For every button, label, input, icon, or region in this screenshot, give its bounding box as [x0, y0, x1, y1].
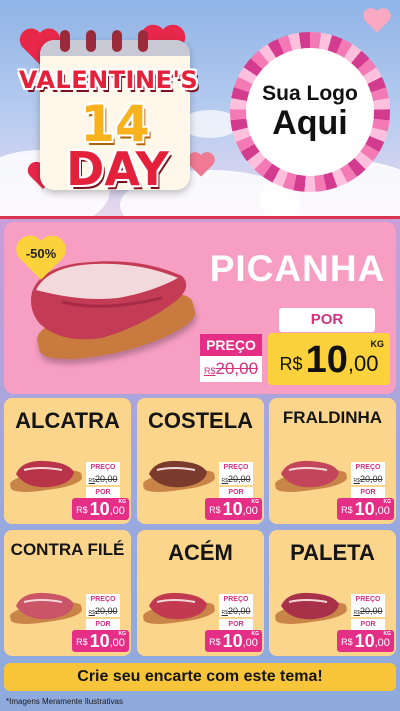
header-banner: VALENTINE'S 14 DAY Sua Logo Aqui	[0, 0, 400, 218]
meat-image	[16, 592, 74, 620]
featured-preco-label: PREÇO	[200, 334, 262, 356]
old-price-value: 20,00	[359, 474, 383, 484]
old-price: R$20,00	[219, 473, 253, 485]
new-price-decimal: ,00	[374, 637, 390, 649]
product-name: FRALDINHA	[282, 408, 383, 427]
new-price-integer: 10	[354, 631, 375, 651]
por-label: POR	[86, 487, 120, 498]
new-price-decimal: ,00	[109, 505, 125, 517]
new-price-decimal: ,00	[347, 351, 379, 376]
new-price-integer: 10	[222, 631, 243, 651]
valentines-title: VALENTINE'S	[18, 66, 199, 94]
new-price-currency: R$	[341, 505, 353, 515]
old-price-value: 20,00	[359, 606, 383, 616]
disclaimer-text: *Imagens Meramente Ilustrativas	[6, 697, 123, 706]
price-unit: KG	[251, 631, 260, 637]
old-price-value: 20,00	[227, 474, 251, 484]
new-price-currency: R$	[209, 505, 221, 515]
featured-por-label: POR	[279, 308, 375, 332]
calendar-ring	[86, 30, 96, 52]
new-price-currency: R$	[76, 637, 88, 647]
featured-new-price: R$ 10 ,00 KG	[268, 333, 390, 385]
new-price-currency: R$	[76, 505, 88, 515]
old-price: R$20,00	[86, 605, 120, 617]
preco-label: PREÇO	[86, 594, 120, 605]
new-price-decimal: ,00	[242, 505, 258, 517]
product-card[interactable]: ALCATRA PREÇO R$20,00 POR R$ 10,00 KG	[4, 398, 131, 524]
logo-text-line1: Sua Logo	[262, 82, 358, 106]
meat-image	[149, 592, 207, 620]
product-name: PALETA	[290, 540, 375, 565]
old-price-value: 20,00	[215, 359, 259, 378]
price-unit: KG	[383, 631, 392, 637]
featured-old-price: R$20,00	[200, 356, 262, 382]
por-label: POR	[351, 619, 385, 630]
new-price: R$ 10,00 KG	[205, 630, 262, 652]
old-price-value: 20,00	[227, 606, 251, 616]
product-card[interactable]: CONTRA FILÉ PREÇO R$20,00 POR R$ 10,00 KG	[4, 530, 131, 656]
heart-icon	[363, 8, 391, 33]
new-price: R$ 10,00 KG	[337, 630, 394, 652]
calendar-ring	[138, 30, 148, 52]
por-label: POR	[351, 487, 385, 498]
product-card[interactable]: COSTELA PREÇO R$20,00 POR R$ 10,00 KG	[137, 398, 264, 524]
product-name: CONTRA FILÉ	[10, 540, 125, 559]
new-price-decimal: ,00	[109, 637, 125, 649]
product-name: COSTELA	[147, 408, 254, 433]
cta-banner[interactable]: Crie seu encarte com este tema!	[4, 663, 396, 691]
por-label: POR	[219, 619, 253, 630]
product-name: ACÉM	[168, 540, 233, 565]
preco-label: PREÇO	[219, 594, 253, 605]
calendar-ring	[112, 30, 122, 52]
old-price-value: 20,00	[94, 606, 118, 616]
new-price-integer: 10	[89, 631, 110, 651]
product-card[interactable]: PALETA PREÇO R$20,00 POR R$ 10,00 KG	[269, 530, 396, 656]
old-price: R$20,00	[351, 473, 385, 485]
logo-text-line2: Aqui	[272, 104, 348, 143]
new-price: R$ 10,00 KG	[72, 630, 129, 652]
price-unit: KG	[251, 499, 260, 505]
preco-label: PREÇO	[219, 462, 253, 473]
new-price: R$ 10,00 KG	[337, 498, 394, 520]
old-price: R$20,00	[351, 605, 385, 617]
old-price: R$20,00	[86, 473, 120, 485]
old-price: R$20,00	[219, 605, 253, 617]
discount-badge: -50%	[25, 246, 57, 261]
new-price-integer: 10	[89, 499, 110, 519]
price-unit: KG	[118, 499, 127, 505]
meat-image	[16, 460, 74, 488]
preco-label: PREÇO	[351, 462, 385, 473]
new-price-currency: R$	[341, 637, 353, 647]
meat-image	[149, 460, 207, 488]
price-unit: KG	[370, 339, 385, 349]
valentines-day-word: DAY	[66, 142, 169, 196]
preco-label: PREÇO	[86, 462, 120, 473]
new-price-currency: R$	[209, 637, 221, 647]
featured-product-name: PICANHA	[209, 248, 386, 289]
product-card[interactable]: ACÉM PREÇO R$20,00 POR R$ 10,00 KG	[137, 530, 264, 656]
new-price: R$ 10,00 KG	[205, 498, 262, 520]
preco-label: PREÇO	[351, 594, 385, 605]
logo-placeholder[interactable]: Sua Logo Aqui	[246, 48, 374, 176]
new-price: R$ 10,00 KG	[72, 498, 129, 520]
new-price-currency: R$	[279, 354, 303, 374]
price-unit: KG	[118, 631, 127, 637]
por-label: POR	[86, 619, 120, 630]
calendar-ring	[60, 30, 70, 52]
new-price-integer: 10	[354, 499, 375, 519]
product-name: ALCATRA	[15, 408, 120, 433]
meat-image	[281, 460, 339, 488]
por-label: POR	[219, 487, 253, 498]
new-price-decimal: ,00	[374, 505, 390, 517]
old-price-value: 20,00	[94, 474, 118, 484]
new-price-integer: 10	[222, 499, 243, 519]
product-card[interactable]: FRALDINHA PREÇO R$20,00 POR R$ 10,00 KG	[269, 398, 396, 524]
new-price-integer: 10	[305, 339, 348, 381]
old-price-currency: R$	[203, 366, 216, 376]
meat-image	[281, 592, 339, 620]
price-unit: KG	[383, 499, 392, 505]
new-price-decimal: ,00	[242, 637, 258, 649]
